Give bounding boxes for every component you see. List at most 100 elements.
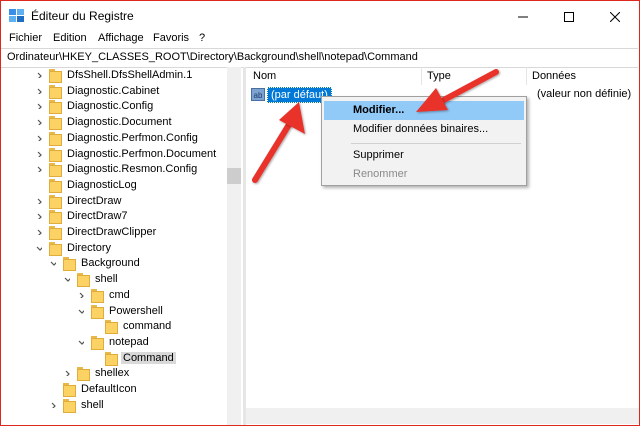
folder-icon [63,398,76,413]
tree-item[interactable]: shell [1,272,227,288]
chevron-right-icon[interactable] [36,213,42,220]
folder-icon [77,273,90,288]
chevron-right-icon[interactable] [36,119,42,126]
chevron-right-icon[interactable] [36,151,42,157]
tree-item[interactable]: notepad [1,335,227,351]
tree-item[interactable]: DfsShell.DfsShellAdmin.1 [1,68,227,84]
tree-item[interactable]: shellex [1,366,227,382]
menu-modify-binary[interactable]: Modifier données binaires... [324,120,524,139]
menu-modify[interactable]: Modifier... [324,101,524,120]
chevron-right-icon[interactable] [64,370,70,377]
tree-item-label: Powershell [109,304,163,317]
maximize-icon [564,12,574,22]
tree-item[interactable]: DefaultIcon [1,382,227,398]
chevron-right-icon[interactable] [36,103,42,110]
chevron-right-icon[interactable] [50,402,56,408]
tree-item-label: Directory [67,241,112,254]
menu-delete[interactable]: Supprimer [324,146,524,165]
menu-rename: Renommer [324,165,524,184]
tree-item[interactable]: Diagnostic.Config [1,99,227,115]
tree-item[interactable]: DirectDraw [1,194,227,210]
tree-item[interactable]: shell [1,398,227,414]
tree-item-label: DirectDrawClipper [67,226,157,238]
tree-scrollbar-thumb[interactable] [227,168,241,184]
tree-item[interactable]: Command [1,351,227,367]
folder-icon [49,69,62,83]
folder-icon [49,178,62,193]
folder-icon [91,288,104,303]
folder-icon [105,320,118,335]
context-menu: Modifier... Modifier données binaires...… [321,96,527,186]
tree-item-label: command [123,320,172,333]
chevron-right-icon[interactable] [36,72,42,78]
folder-icon [49,147,62,162]
menu-fichier[interactable]: Fichier [9,32,42,44]
tree-item-label: shell [95,273,118,286]
folder-icon [91,335,104,350]
tree-item[interactable]: Diagnostic.Document [1,115,227,131]
address-bar[interactable]: Ordinateur\HKEY_CLASSES_ROOT\Directory\B… [1,48,638,68]
chevron-down-icon[interactable] [36,245,42,251]
folder-icon [49,116,62,131]
tree-item-label: DiagnosticLog [67,178,137,191]
title-bar: Éditeur du Registre [1,1,639,31]
menu-help[interactable]: ? [199,32,205,44]
folder-icon [49,210,62,225]
menu-rename-label: Renommer [353,168,408,180]
close-button[interactable] [592,2,638,32]
folder-icon [49,84,62,99]
chevron-down-icon[interactable] [78,339,84,345]
tree-item[interactable]: Diagnostic.Resmon.Config [1,162,227,178]
tree-item[interactable]: DiagnosticLog [1,178,227,194]
tree-item-label: shellex [95,367,130,380]
folder-icon [49,100,62,115]
folder-icon [49,163,62,178]
menu-bar: Fichier Edition Affichage Favoris ? [1,31,639,49]
chevron-right-icon[interactable] [36,88,42,94]
chevron-down-icon[interactable] [64,276,70,282]
tree-item-label: Diagnostic.Config [67,100,154,113]
folder-icon [63,257,76,272]
minimize-button[interactable] [500,2,546,32]
tree-item[interactable]: command [1,319,227,335]
folder-icon [49,226,62,240]
column-type[interactable]: Type [427,70,451,82]
menu-edition[interactable]: Edition [53,32,87,44]
menu-favoris[interactable]: Favoris [153,32,189,44]
chevron-right-icon[interactable] [36,135,42,141]
folder-icon [49,241,62,256]
tree-item[interactable]: Background [1,256,227,272]
tree-scrollbar[interactable] [227,67,241,425]
close-icon [610,12,620,22]
tree-item-label: cmd [109,288,130,301]
chevron-right-icon[interactable] [36,166,42,173]
column-divider[interactable] [526,67,527,85]
column-data[interactable]: Données [532,70,576,82]
tree-item[interactable]: DirectDraw7 [1,209,227,225]
tree-item[interactable]: Powershell [1,304,227,320]
chevron-right-icon[interactable] [78,292,84,298]
tree-item[interactable]: Diagnostic.Perfmon.Config [1,131,227,147]
chevron-right-icon[interactable] [36,198,42,204]
menu-modify-binary-label: Modifier données binaires... [353,123,489,135]
tree-item[interactable]: Diagnostic.Perfmon.Document [1,147,227,163]
column-name[interactable]: Nom [253,70,276,82]
registry-editor-icon [9,9,24,22]
maximize-button[interactable] [546,2,592,32]
menu-affichage[interactable]: Affichage [98,32,144,44]
tree-item[interactable]: Diagnostic.Cabinet [1,84,227,100]
values-scrollbar[interactable] [246,408,639,424]
folder-icon [63,383,76,397]
tree-item[interactable]: DirectDrawClipper [1,225,227,241]
tree-item-label: Diagnostic.Resmon.Config [67,163,198,176]
window-title: Éditeur du Registre [31,9,134,23]
folder-icon [49,194,62,209]
chevron-right-icon[interactable] [36,229,42,235]
folder-icon [49,131,62,146]
chevron-down-icon[interactable] [78,308,84,314]
tree-item[interactable]: Directory [1,241,227,257]
folder-icon [77,367,90,382]
column-divider[interactable] [421,67,422,85]
tree-item[interactable]: cmd [1,288,227,304]
chevron-down-icon[interactable] [50,260,56,267]
